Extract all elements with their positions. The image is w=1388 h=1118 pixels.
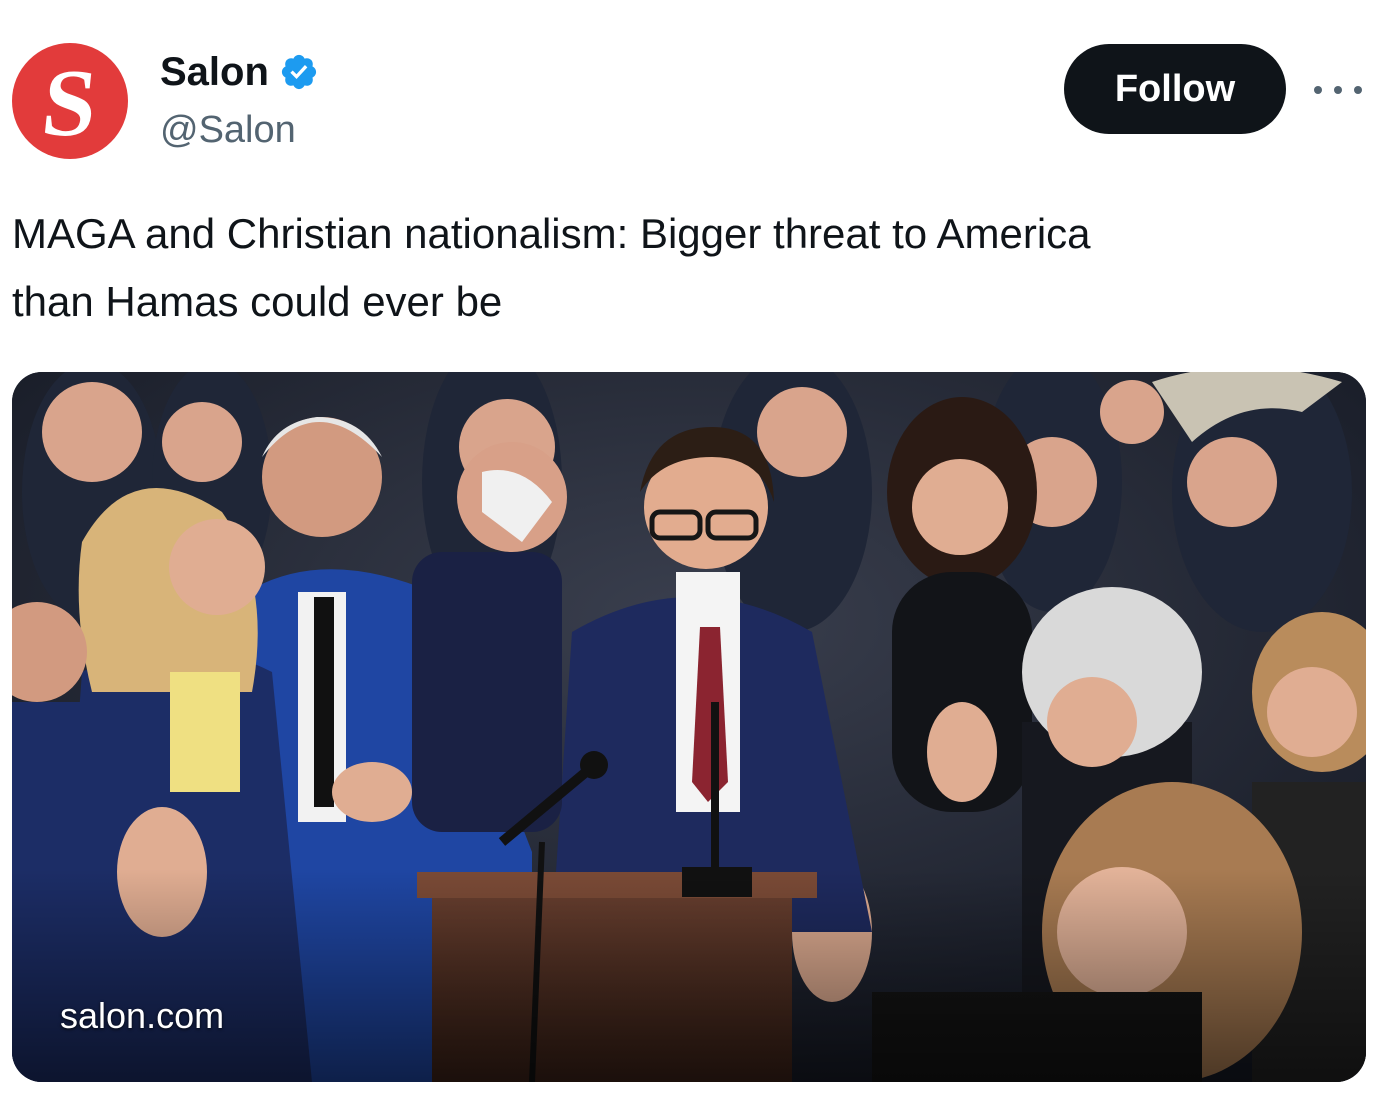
link-preview-card[interactable]: salon.com xyxy=(12,372,1366,1082)
link-domain-label: salon.com xyxy=(60,995,225,1036)
display-name[interactable]: Salon xyxy=(160,48,269,96)
verified-badge-icon xyxy=(281,54,316,90)
tweet-text: MAGA and Christian nationalism: Bigger t… xyxy=(12,200,1342,336)
news-photo xyxy=(12,372,1366,1082)
tweet-header: S Salon @Salon Follow xyxy=(0,0,1388,180)
follow-button[interactable]: Follow xyxy=(1064,44,1286,134)
avatar[interactable]: S xyxy=(12,43,128,159)
more-horizontal-icon[interactable] xyxy=(1314,80,1362,100)
tweet-text-line-2: than Hamas could ever be xyxy=(12,278,503,325)
account-handle[interactable]: @Salon xyxy=(160,106,296,154)
more-dot xyxy=(1314,86,1322,94)
more-dot xyxy=(1354,86,1362,94)
tweet-text-line-1: MAGA and Christian nationalism: Bigger t… xyxy=(12,210,1091,257)
more-dot xyxy=(1334,86,1342,94)
name-row: Salon xyxy=(160,48,319,96)
avatar-logo-letter: S xyxy=(37,49,103,156)
